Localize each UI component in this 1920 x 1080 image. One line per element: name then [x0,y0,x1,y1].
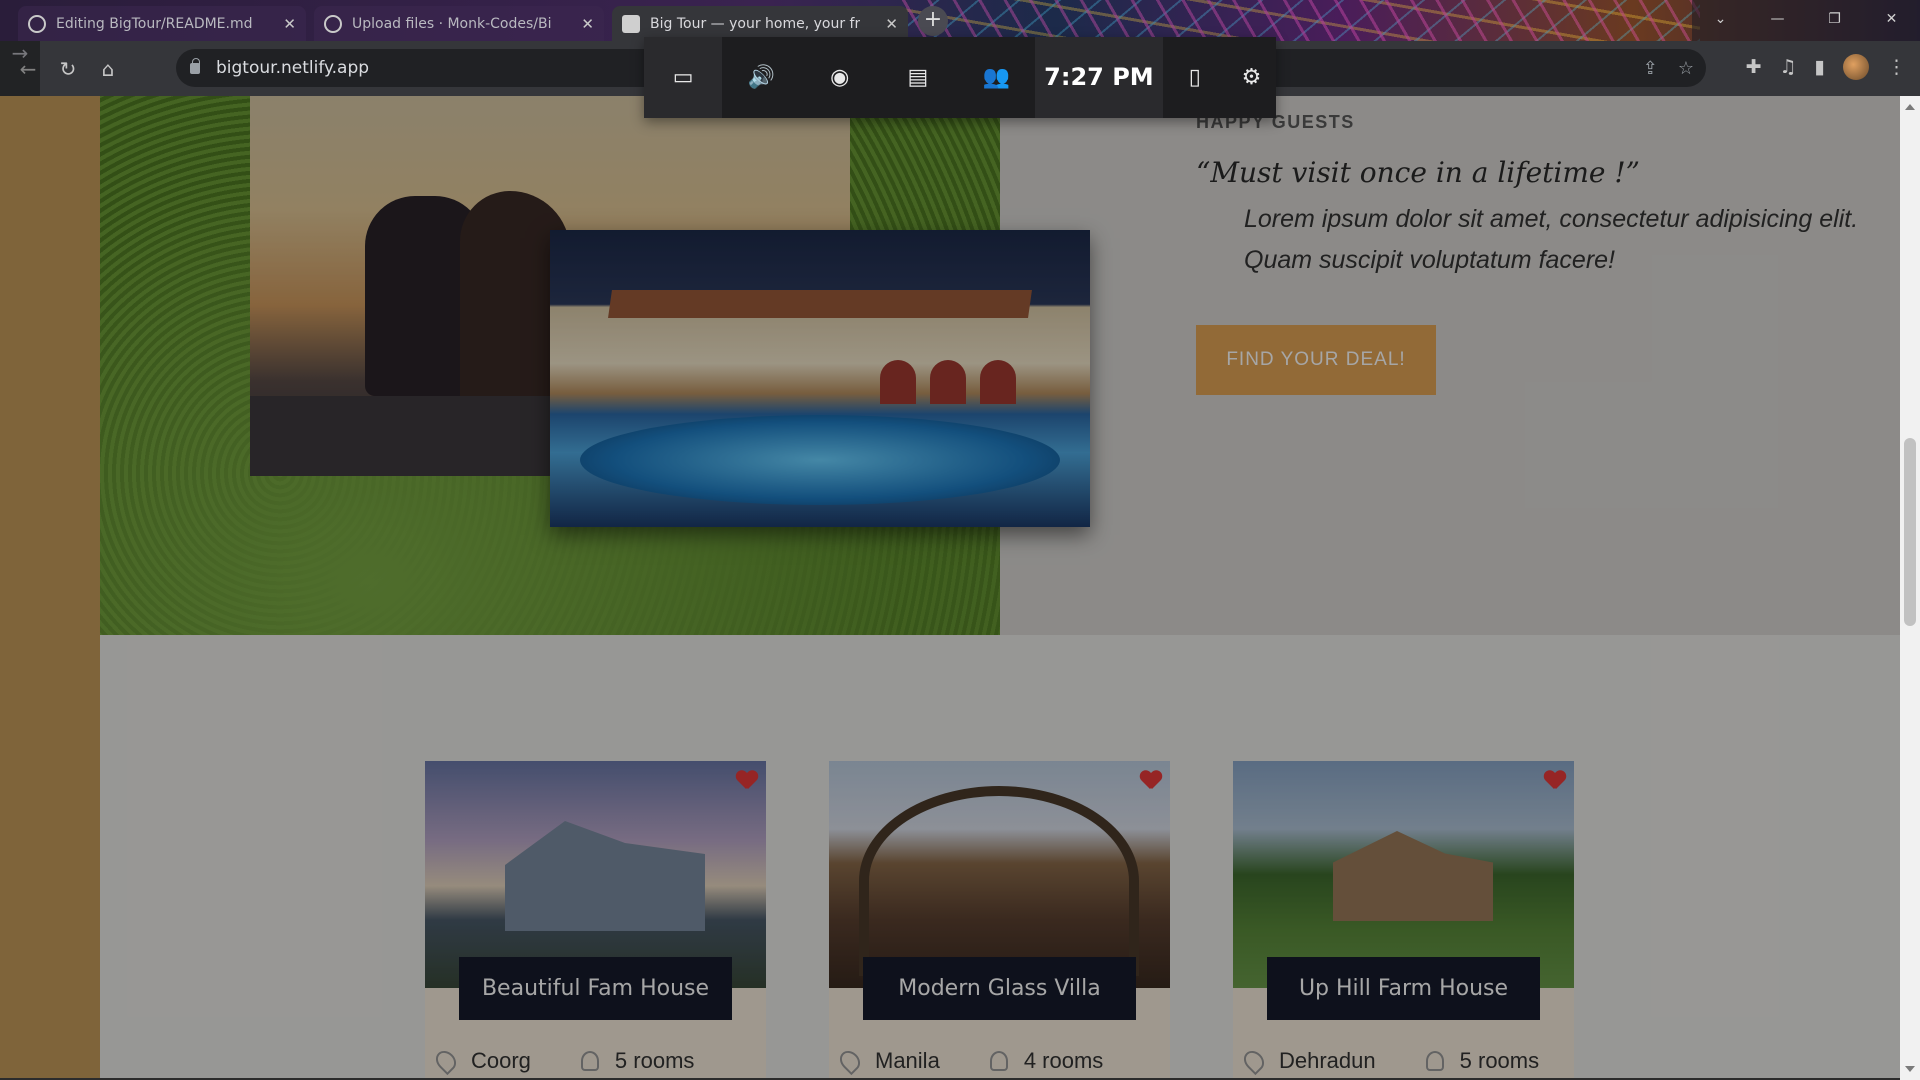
property-rooms: 4 rooms [1023,1048,1104,1073]
property-name: Up Hill Farm House [1267,957,1540,1020]
github-icon [28,14,46,33]
gear-icon[interactable]: ⚙ [1227,37,1276,118]
property-location: Coorg [471,1048,531,1073]
omnibox-actions: ⇪ ☆ [1643,58,1706,79]
location-pin-icon [431,1046,461,1076]
social-icon[interactable]: 👥 [957,37,1035,118]
page-scrollbar[interactable] [1900,96,1920,1080]
testimonial-quote-title: “Must visit once in a lifetime !” [1196,156,1640,189]
scroll-up-icon[interactable] [1905,104,1915,110]
mouse-icon[interactable]: ▯ [1163,37,1228,118]
property-image [1233,761,1574,988]
performance-icon[interactable]: ▤ [879,37,957,118]
theme-pattern [900,0,1700,41]
bookmark-star-icon[interactable]: ☆ [1678,58,1694,79]
property-location: Dehradun [1279,1048,1376,1073]
property-card[interactable]: Modern Glass Villa Manila 4 rooms [829,761,1170,1080]
reload-icon[interactable]: ↻ [48,57,88,81]
github-icon [324,14,342,33]
widget-menu-icon[interactable]: ▭ [644,37,723,118]
close-tab-icon[interactable]: ✕ [283,15,296,33]
media-controls-icon[interactable]: ♫ [1779,56,1796,78]
person-icon [989,1051,1008,1071]
window-controls: ⌄ — ❐ ✕ [1692,0,1920,41]
property-name: Beautiful Fam House [459,957,732,1020]
back-icon[interactable]: ← [8,57,48,81]
audio-icon[interactable]: 🔊 [722,37,800,118]
property-meta: Manila 4 rooms [835,1046,1104,1076]
new-tab-button[interactable]: + [918,6,948,36]
heart-icon[interactable] [736,771,758,791]
location-pin-icon [835,1046,865,1076]
restore-button[interactable]: ❐ [1806,0,1863,41]
close-tab-icon[interactable]: ✕ [581,15,594,33]
browser-title-bar: Editing BigTour/README.md at ✕ Upload fi… [0,0,1920,41]
close-window-button[interactable]: ✕ [1863,0,1920,41]
tab-title: Big Tour — your home, your free [650,15,860,32]
property-rooms: 5 rooms [1459,1048,1540,1073]
property-card[interactable]: Up Hill Farm House Dehradun 5 rooms [1233,761,1574,1080]
extensions-icon[interactable]: ✚ [1746,56,1762,78]
web-page: HAPPY GUESTS “Must visit once in a lifet… [0,96,1920,1080]
tab-title: Editing BigTour/README.md at [56,15,256,32]
tab-upload-files[interactable]: Upload files · Monk-Codes/BigT ✕ [314,6,604,41]
lock-icon[interactable] [190,57,200,74]
property-image [425,761,766,988]
url-text[interactable]: bigtour.netlify.app [216,58,369,78]
toolbar-right: ✚ ♫ ▮ ⋮ [1746,54,1906,80]
heart-icon[interactable] [1544,771,1566,791]
property-rooms: 5 rooms [614,1048,695,1073]
property-meta: Dehradun 5 rooms [1239,1046,1540,1076]
left-accent-strip [0,96,100,1080]
home-icon[interactable]: ⌂ [88,57,128,81]
property-name: Modern Glass Villa [863,957,1136,1020]
person-icon [1425,1051,1444,1071]
testimonial-section: HAPPY GUESTS “Must visit once in a lifet… [100,96,1900,635]
tab-title: Upload files · Monk-Codes/BigT [352,15,552,32]
tab-big-tour[interactable]: Big Tour — your home, your free ✕ [612,6,908,41]
property-image [829,761,1170,988]
testimonial-text: Lorem ipsum dolor sit amet, consectetur … [1244,205,1859,274]
page-icon [622,14,640,33]
menu-icon[interactable]: ⋮ [1887,56,1906,78]
avatar[interactable] [1843,54,1869,80]
side-panel-icon[interactable]: ▮ [1815,56,1825,78]
heart-icon[interactable] [1140,771,1162,791]
person-icon [580,1051,599,1071]
game-bar-time: 7:27 PM [1035,37,1163,118]
find-deal-button[interactable]: FIND YOUR DEAL! [1196,325,1436,395]
scroll-thumb[interactable] [1904,438,1916,626]
property-card[interactable]: Beautiful Fam House Coorg 5 rooms [425,761,766,1080]
property-location: Manila [875,1048,940,1073]
tab-search-icon[interactable]: ⌄ [1692,0,1749,41]
share-icon[interactable]: ⇪ [1643,58,1658,79]
game-bar: ▭ 🔊 ◉ ▤ 👥 7:27 PM ▯ ⚙ [644,37,1276,118]
location-pin-icon [1239,1046,1269,1076]
scroll-down-icon[interactable] [1905,1066,1915,1072]
tab-editing-readme[interactable]: Editing BigTour/README.md at ✕ [18,6,306,41]
villa-pool-image [550,230,1090,527]
minimize-button[interactable]: — [1749,0,1806,41]
capture-icon[interactable]: ◉ [801,37,879,118]
close-tab-icon[interactable]: ✕ [885,15,898,33]
property-meta: Coorg 5 rooms [431,1046,695,1076]
